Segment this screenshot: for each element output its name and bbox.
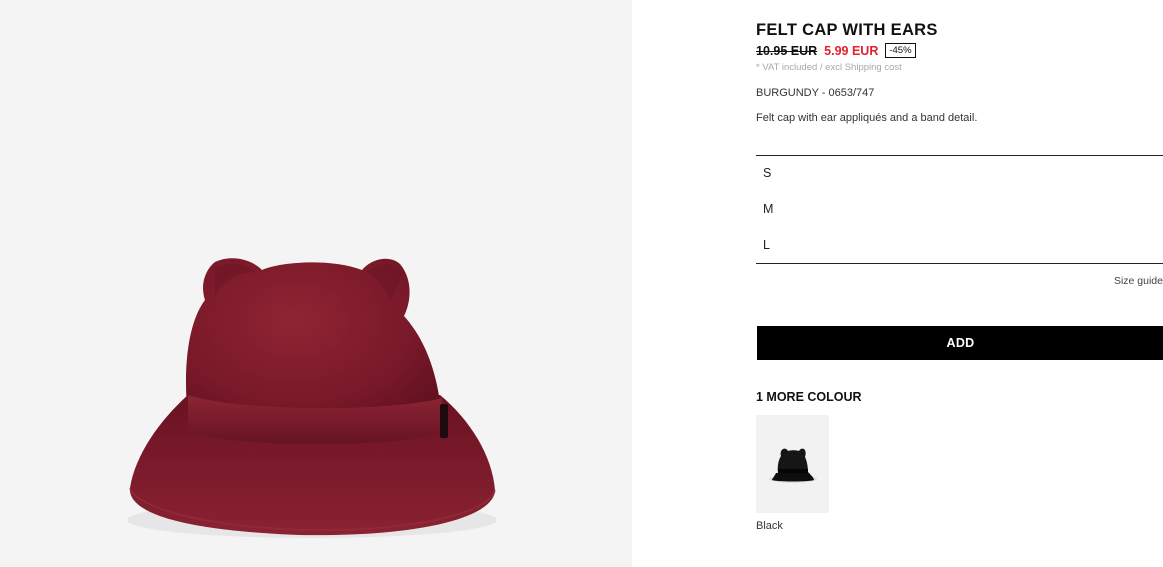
- sale-price: 5.99 EUR: [824, 43, 879, 58]
- size-option-m[interactable]: M: [756, 192, 1163, 228]
- product-title: FELT CAP WITH EARS: [756, 21, 938, 39]
- vat-note: * VAT included / excl Shipping cost: [756, 62, 902, 73]
- size-option-l[interactable]: L: [756, 228, 1163, 264]
- product-description: Felt cap with ear appliqués and a band d…: [756, 112, 978, 124]
- more-colours-heading: 1 MORE COLOUR: [756, 390, 862, 404]
- burgundy-hat-image[interactable]: [0, 0, 632, 567]
- product-image-panel: [0, 0, 632, 567]
- size-label: M: [763, 202, 774, 216]
- size-option-s[interactable]: S: [756, 156, 1163, 192]
- size-label: L: [763, 238, 770, 252]
- size-guide-link[interactable]: Size guide: [1114, 275, 1163, 287]
- size-selector: S M L: [756, 155, 1163, 264]
- add-to-cart-button[interactable]: ADD: [757, 326, 1163, 360]
- size-label: S: [763, 166, 772, 180]
- colour-reference: BURGUNDY - 0653/747: [756, 87, 875, 99]
- discount-badge: -45%: [885, 43, 916, 58]
- black-hat-thumbnail-icon: [769, 448, 817, 483]
- price-row: 10.95 EUR 5.99 EUR -45%: [756, 43, 916, 58]
- colour-swatch-label[interactable]: Black: [756, 520, 783, 532]
- colour-swatch-black[interactable]: [756, 415, 829, 513]
- old-price: 10.95 EUR: [756, 43, 818, 58]
